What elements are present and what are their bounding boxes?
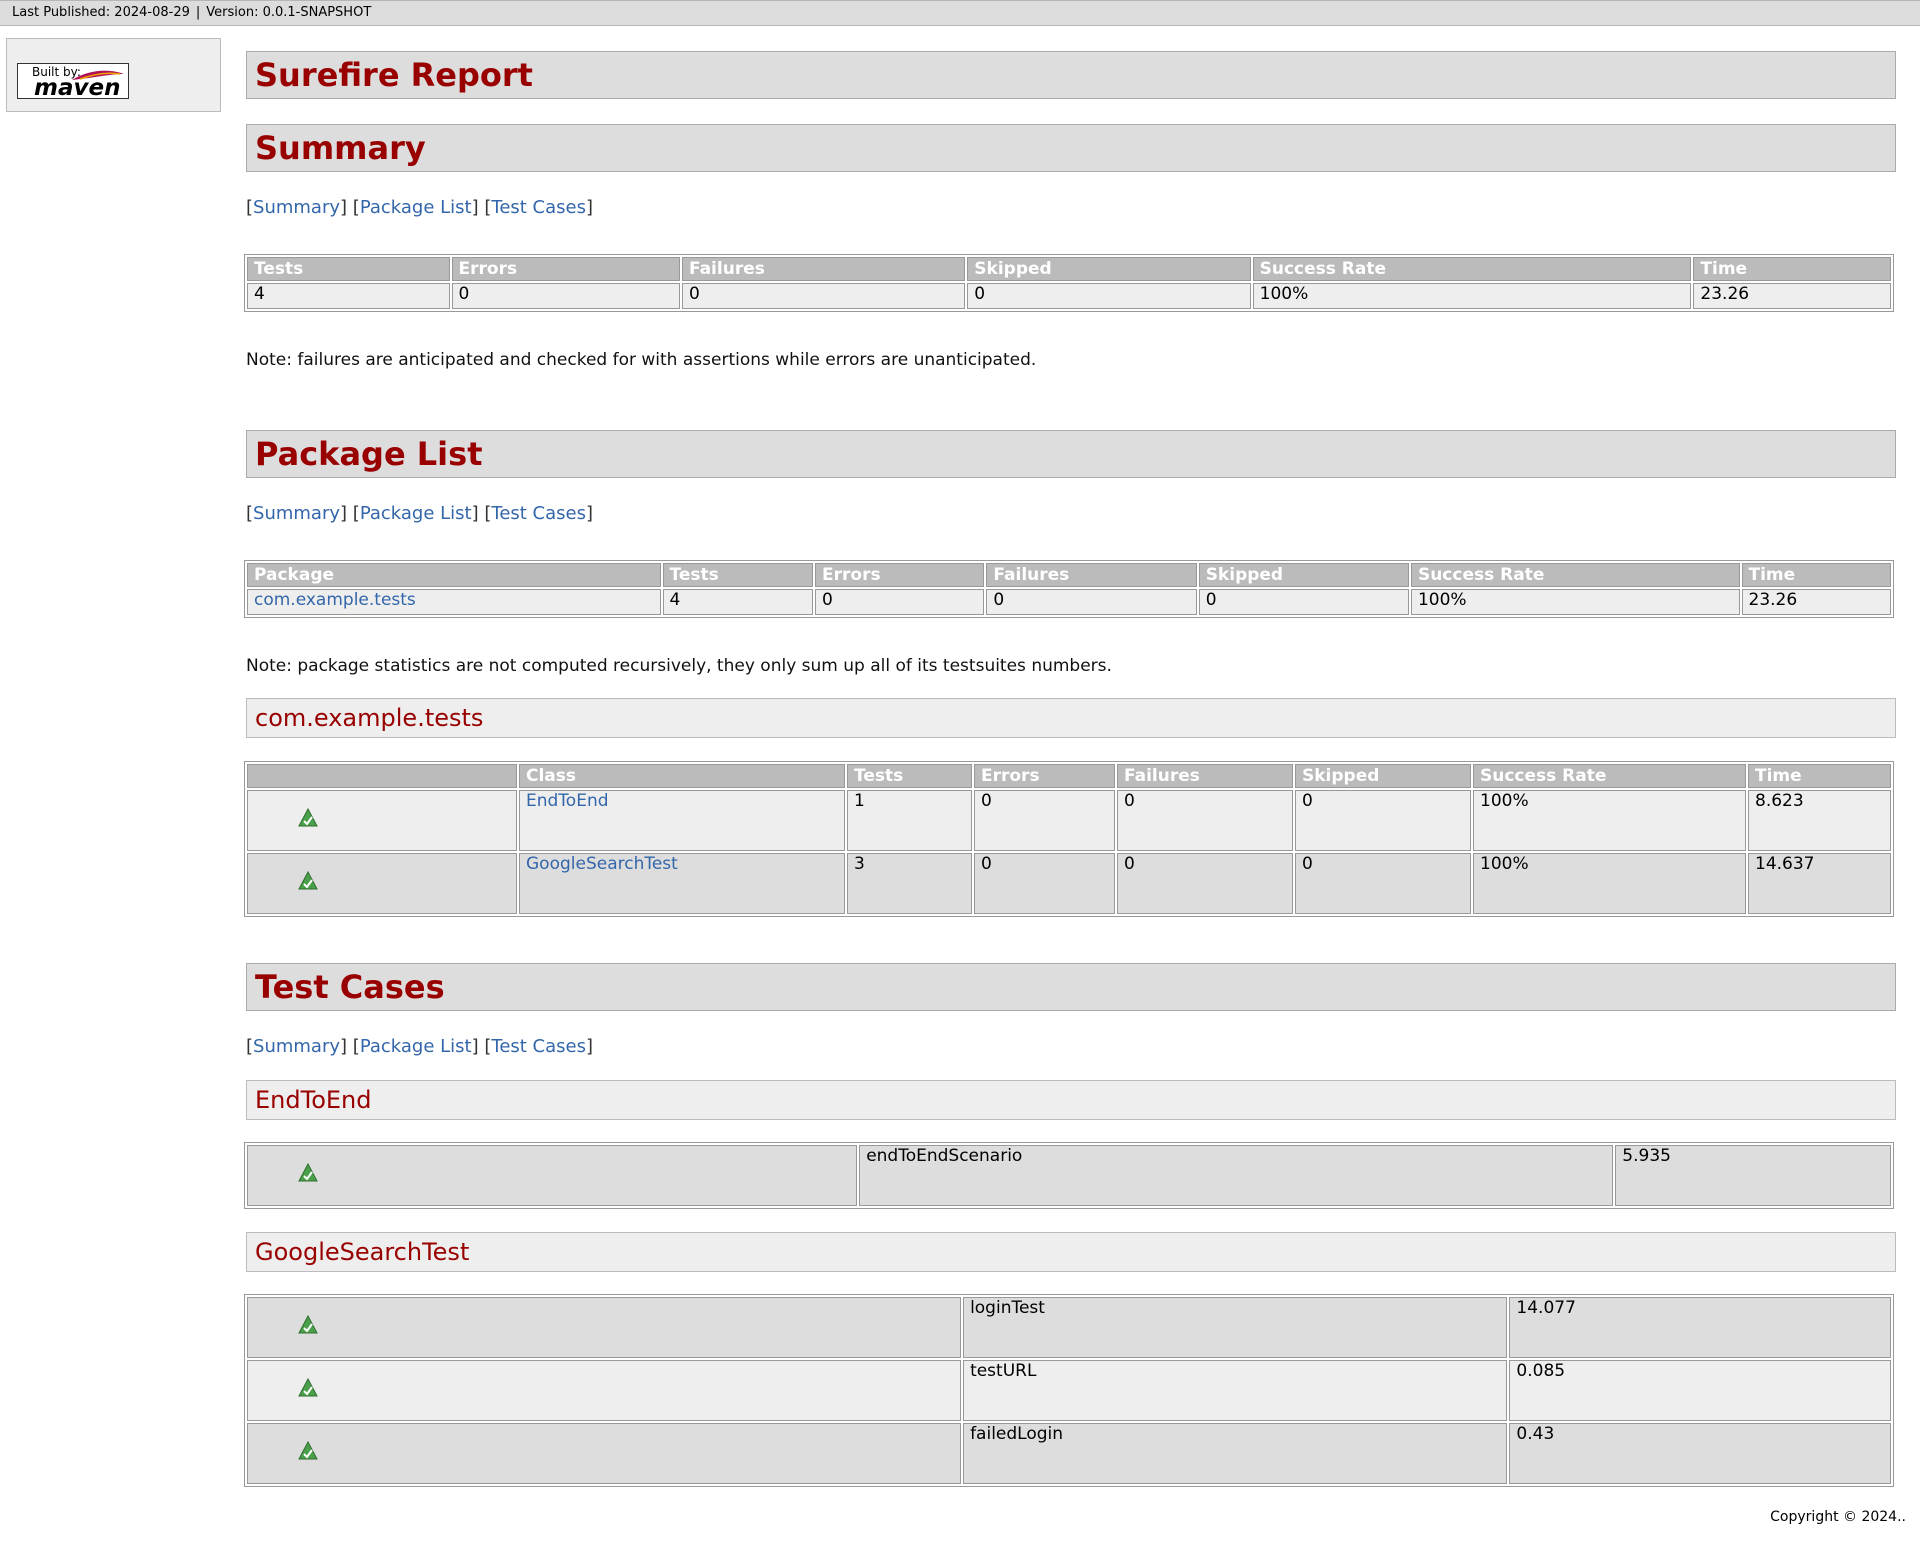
success-icon bbox=[297, 870, 319, 892]
nav-test-cases-link[interactable]: Test Cases bbox=[491, 197, 586, 218]
summary-note: Note: failures are anticipated and check… bbox=[246, 350, 1037, 370]
col-tests: Tests bbox=[247, 257, 450, 281]
test-case-time: 0.085 bbox=[1509, 1360, 1891, 1421]
nav-summary-link[interactable]: Summary bbox=[253, 197, 340, 218]
success-icon bbox=[297, 1440, 319, 1462]
nav-package-list-link[interactable]: Package List bbox=[360, 1036, 472, 1057]
nav-package-list-link[interactable]: Package List bbox=[360, 503, 472, 524]
maven-logo[interactable]: Built by: maven bbox=[17, 63, 129, 101]
summary-nav: [Summary] [Package List] [Test Cases] bbox=[246, 197, 594, 218]
googlesearchtest-cases-table: loginTest 14.077 testURL 0.085 failedLog… bbox=[244, 1294, 1894, 1487]
package-heading: com.example.tests bbox=[246, 698, 1896, 738]
test-case-name: loginTest bbox=[963, 1297, 1508, 1358]
test-case-name: endToEndScenario bbox=[859, 1145, 1614, 1206]
success-icon bbox=[297, 1377, 319, 1399]
col-time: Time bbox=[1693, 257, 1891, 281]
nav-package-list-link[interactable]: Package List bbox=[360, 197, 472, 218]
package-list-nav: [Summary] [Package List] [Test Cases] bbox=[246, 503, 594, 524]
class-link-googlesearchtest[interactable]: GoogleSearchTest bbox=[526, 854, 678, 874]
package-table: Package Tests Errors Failures Skipped Su… bbox=[244, 560, 1894, 618]
class-table: Class Tests Errors Failures Skipped Succ… bbox=[244, 761, 1894, 917]
version-label: Version: 0.0.1-SNAPSHOT bbox=[206, 5, 372, 20]
class-link-endtoend[interactable]: EndToEnd bbox=[526, 791, 609, 811]
table-row: EndToEnd 1 0 0 0 100% 8.623 bbox=[247, 790, 1891, 851]
table-row: testURL 0.085 bbox=[247, 1360, 1891, 1421]
col-failures: Failures bbox=[681, 257, 966, 281]
last-published: Last Published: 2024-08-29 bbox=[12, 5, 190, 20]
col-skipped: Skipped bbox=[967, 257, 1251, 281]
suite-heading-endtoend: EndToEnd bbox=[246, 1080, 1896, 1120]
table-row: loginTest 14.077 bbox=[247, 1297, 1891, 1358]
left-column: Built by: maven bbox=[6, 38, 221, 112]
top-bar: Last Published: 2024-08-29 | Version: 0.0.… bbox=[0, 0, 1920, 26]
table-row: 4 0 0 0 100% 23.26 bbox=[247, 283, 1891, 309]
table-row: endToEndScenario 5.935 bbox=[247, 1145, 1891, 1206]
nav-summary-link[interactable]: Summary bbox=[253, 1036, 340, 1057]
nav-summary-link[interactable]: Summary bbox=[253, 503, 340, 524]
nav-test-cases-link[interactable]: Test Cases bbox=[491, 1036, 586, 1057]
success-icon bbox=[297, 1314, 319, 1336]
col-errors: Errors bbox=[451, 257, 680, 281]
package-list-heading: Package List bbox=[246, 430, 1896, 478]
suite-heading-googlesearchtest: GoogleSearchTest bbox=[246, 1232, 1896, 1272]
package-note: Note: package statistics are not compute… bbox=[246, 656, 1112, 676]
endtoend-cases-table: endToEndScenario 5.935 bbox=[244, 1142, 1894, 1209]
package-link[interactable]: com.example.tests bbox=[254, 590, 416, 610]
copyright: Copyright © 2024.. bbox=[1770, 1509, 1906, 1525]
table-row: com.example.tests 4 0 0 0 100% 23.26 bbox=[247, 589, 1891, 615]
nav-test-cases-link[interactable]: Test Cases bbox=[491, 503, 586, 524]
page-title: Surefire Report bbox=[246, 51, 1896, 99]
summary-heading: Summary bbox=[246, 124, 1896, 172]
test-case-time: 5.935 bbox=[1615, 1145, 1891, 1206]
table-row: GoogleSearchTest 3 0 0 0 100% 14.637 bbox=[247, 853, 1891, 914]
table-row: failedLogin 0.43 bbox=[247, 1423, 1891, 1484]
success-icon bbox=[297, 1162, 319, 1184]
test-case-time: 0.43 bbox=[1509, 1423, 1891, 1484]
col-success-rate: Success Rate bbox=[1252, 257, 1692, 281]
test-case-name: failedLogin bbox=[963, 1423, 1508, 1484]
test-case-name: testURL bbox=[963, 1360, 1508, 1421]
test-cases-heading: Test Cases bbox=[246, 963, 1896, 1011]
test-case-time: 14.077 bbox=[1509, 1297, 1891, 1358]
success-icon bbox=[297, 807, 319, 829]
summary-table: Tests Errors Failures Skipped Success Ra… bbox=[244, 254, 1894, 312]
test-cases-nav: [Summary] [Package List] [Test Cases] bbox=[246, 1036, 594, 1057]
